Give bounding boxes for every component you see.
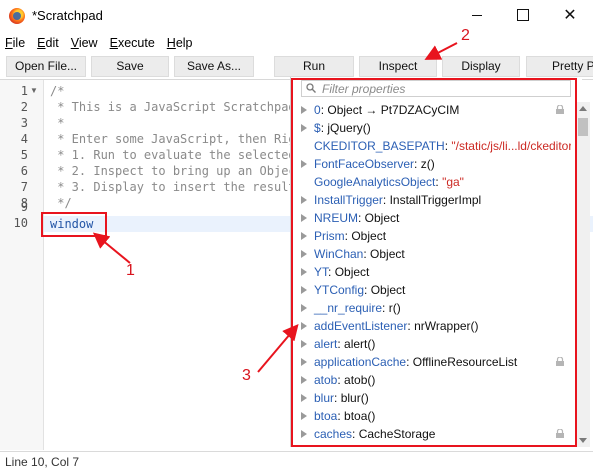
code-line: * This is a JavaScript Scratchpad	[50, 100, 296, 114]
menu-edit-accel: E	[37, 36, 46, 50]
menu-view-rest: iew	[78, 36, 98, 50]
inspect-button[interactable]: Inspect	[359, 56, 437, 77]
line-number: 7	[20, 180, 28, 194]
maximize-button[interactable]	[500, 0, 546, 30]
line-number: 4	[20, 132, 28, 146]
menu-file-rest: ile	[12, 36, 26, 50]
display-button[interactable]: Display	[442, 56, 520, 77]
scroll-down-arrow-icon[interactable]	[579, 438, 587, 443]
vertical-scrollbar[interactable]	[576, 102, 590, 447]
status-bar: Line 10, Col 7	[0, 451, 593, 473]
save-as-button[interactable]: Save As...	[174, 56, 254, 77]
annotation-label-2: 2	[461, 27, 470, 44]
menu-edit[interactable]: Edit	[37, 33, 59, 53]
save-button[interactable]: Save	[91, 56, 169, 77]
close-window-button[interactable]: ✕	[547, 0, 593, 30]
code-line: * 3. Display to insert the result	[50, 180, 296, 194]
title-bar: *Scratchpad ✕	[0, 0, 593, 32]
annotation-box-inspector	[291, 78, 577, 447]
annotation-label-1: 1	[126, 262, 135, 279]
code-line: * 2. Inspect to bring up an Object	[50, 164, 303, 178]
menu-execute-accel: E	[109, 36, 118, 50]
menu-edit-rest: dit	[45, 36, 59, 50]
menu-view-accel: V	[70, 36, 79, 50]
code-line: * 1. Run to evaluate the selected	[50, 148, 296, 162]
annotation-box-window	[41, 212, 107, 237]
menu-file-accel: F	[5, 36, 13, 50]
scrollbar-thumb[interactable]	[578, 118, 588, 136]
code-line: * Enter some JavaScript, then Righ	[50, 132, 303, 146]
fold-arrow-icon[interactable]: ▼	[30, 86, 38, 95]
open-file-button[interactable]: Open File...	[6, 56, 86, 77]
menu-help[interactable]: Help	[167, 33, 193, 53]
minimize-button[interactable]	[454, 0, 500, 30]
menu-execute[interactable]: Execute	[110, 33, 155, 53]
menu-file[interactable]: File	[5, 33, 25, 53]
firefox-icon	[9, 8, 25, 24]
menu-execute-rest: xecute	[117, 36, 155, 50]
scroll-up-arrow-icon[interactable]	[579, 106, 587, 111]
run-button[interactable]: Run	[274, 56, 354, 77]
line-number: 6	[20, 164, 28, 178]
line-number: 10	[13, 216, 28, 230]
pretty-print-button[interactable]: Pretty P	[526, 56, 593, 77]
cursor-position: Line 10, Col 7	[5, 455, 80, 469]
line-number: 5	[20, 148, 28, 162]
menu-bar: File Edit View Execute Help	[0, 33, 593, 53]
menu-help-rest: elp	[175, 36, 193, 50]
menu-help-accel: H	[166, 36, 176, 50]
window-title: *Scratchpad	[32, 8, 103, 23]
line-number: 1	[20, 84, 28, 98]
line-number: 3	[20, 116, 28, 130]
code-line: /*	[50, 84, 65, 98]
menu-view[interactable]: View	[71, 33, 98, 53]
code-line: *	[50, 116, 65, 130]
line-number-gutter: 1 ▼ 2 3 4 5 6 7 8 9 10	[0, 80, 44, 450]
line-number: 2	[20, 100, 28, 114]
code-line: */	[50, 196, 72, 210]
line-number: 9	[20, 200, 28, 214]
annotation-label-3: 3	[242, 367, 251, 384]
